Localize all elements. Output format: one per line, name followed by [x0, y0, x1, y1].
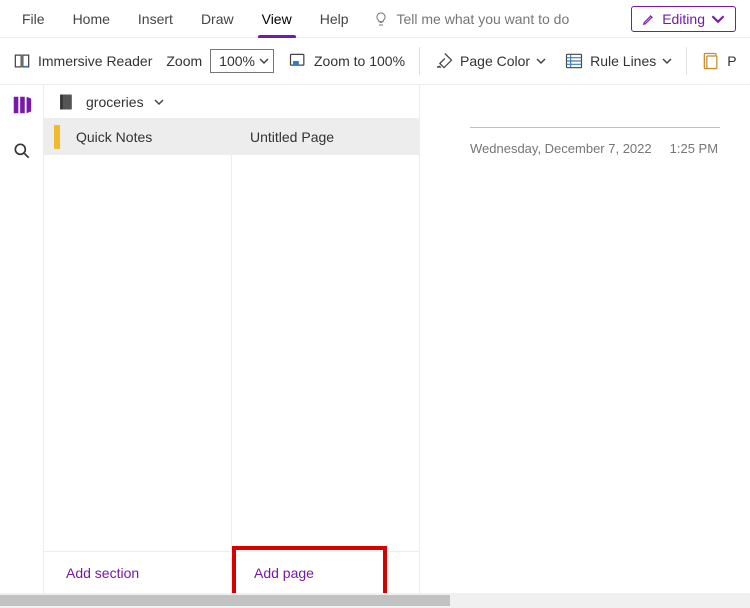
tab-insert[interactable]: Insert	[124, 0, 187, 37]
horizontal-scrollbar[interactable]	[0, 593, 750, 608]
page-title-underline	[470, 127, 720, 128]
zoom-value: 100%	[219, 53, 255, 69]
nav-footer: Add section Add page	[44, 551, 419, 593]
paper-size-button[interactable]: P	[697, 49, 740, 73]
chevron-down-icon	[711, 12, 725, 26]
zoom-group: Zoom 100%	[166, 49, 274, 73]
workspace: groceries Quick Notes Untitled Page Add …	[0, 85, 750, 593]
tell-me-search[interactable]: Tell me what you want to do	[363, 11, 632, 27]
page-canvas[interactable]: Wednesday, December 7, 2022 1:25 PM	[420, 85, 750, 593]
tab-home[interactable]: Home	[59, 0, 124, 37]
chevron-down-icon	[154, 97, 164, 107]
tell-me-placeholder: Tell me what you want to do	[397, 11, 570, 27]
add-section-button[interactable]: Add section	[44, 552, 231, 593]
search-button[interactable]	[8, 137, 36, 165]
page-date: Wednesday, December 7, 2022	[470, 141, 652, 156]
section-color-tab	[54, 125, 60, 149]
chevron-down-icon	[536, 56, 546, 66]
tab-help[interactable]: Help	[306, 0, 363, 37]
tab-file[interactable]: File	[8, 0, 59, 37]
immersive-reader-icon	[12, 51, 32, 71]
section-item[interactable]: Quick Notes	[44, 119, 231, 155]
page-item[interactable]: Untitled Page	[232, 119, 419, 155]
scrollbar-thumb[interactable]	[0, 595, 450, 606]
sections-column: Quick Notes	[44, 119, 232, 551]
navigation-icon	[11, 94, 33, 116]
chevron-down-icon	[662, 56, 672, 66]
ribbon-divider	[419, 47, 420, 75]
lightbulb-icon	[373, 11, 389, 27]
rule-lines-icon	[564, 51, 584, 71]
page-meta: Wednesday, December 7, 2022 1:25 PM	[470, 141, 718, 156]
zoom-100-icon	[288, 51, 308, 71]
tab-draw[interactable]: Draw	[187, 0, 248, 37]
page-label: Untitled Page	[250, 129, 334, 145]
tab-view[interactable]: View	[248, 0, 306, 37]
section-label: Quick Notes	[76, 129, 152, 145]
ribbon-divider	[686, 47, 687, 75]
zoom-combo[interactable]: 100%	[210, 49, 274, 73]
search-icon	[12, 141, 32, 161]
chevron-down-icon	[259, 56, 269, 66]
navigation-pane: groceries Quick Notes Untitled Page Add …	[44, 85, 420, 593]
editing-mode-button[interactable]: Editing	[631, 6, 736, 32]
tutorial-highlight	[232, 546, 387, 597]
add-page-button[interactable]: Add page	[231, 552, 419, 593]
notebook-icon	[56, 92, 76, 112]
page-color-button[interactable]: Page Color	[430, 49, 550, 73]
page-color-icon	[434, 51, 454, 71]
left-rail	[0, 85, 44, 593]
pages-column: Untitled Page	[232, 119, 419, 551]
rule-lines-button[interactable]: Rule Lines	[560, 49, 676, 73]
immersive-reader-button[interactable]: Immersive Reader	[8, 49, 156, 73]
pencil-icon	[642, 12, 656, 26]
zoom-label: Zoom	[166, 53, 202, 69]
nav-columns: Quick Notes Untitled Page	[44, 119, 419, 551]
notebook-picker[interactable]: groceries	[44, 85, 419, 119]
notebook-name: groceries	[86, 94, 144, 110]
paper-size-icon	[701, 51, 721, 71]
navigation-toggle-button[interactable]	[8, 91, 36, 119]
page-time: 1:25 PM	[670, 141, 718, 156]
zoom-to-100-button[interactable]: Zoom to 100%	[284, 49, 409, 73]
menu-bar: File Home Insert Draw View Help Tell me …	[0, 0, 750, 38]
view-ribbon: Immersive Reader Zoom 100% Zoom to 100% …	[0, 38, 750, 85]
